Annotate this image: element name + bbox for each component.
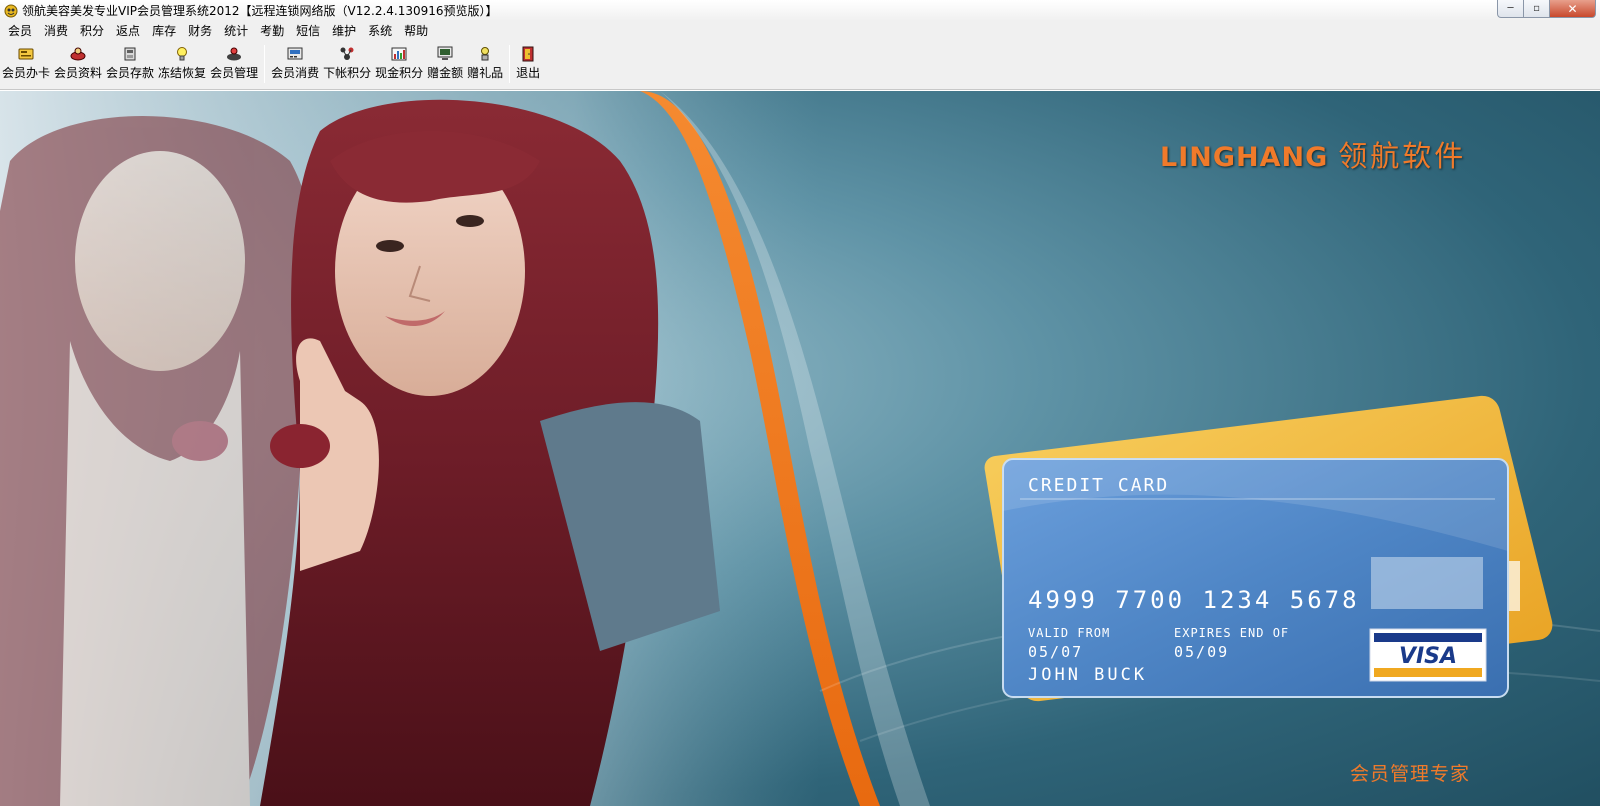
menu-member[interactable]: 会员 <box>2 22 38 39</box>
exit-button[interactable]: 退出 <box>514 45 542 87</box>
deposit-icon <box>120 45 140 63</box>
points-button[interactable]: 下帐积分 <box>321 45 373 87</box>
member-info-button[interactable]: 会员资料 <box>52 45 104 87</box>
new-card-button[interactable]: 会员办卡 <box>0 45 52 87</box>
cash-points-label: 现金积分 <box>375 66 424 80</box>
menu-bar: 会员 消费 积分 返点 库存 财务 统计 考勤 短信 维护 系统 帮助 <box>0 21 1600 40</box>
lightbulb-icon <box>172 45 192 63</box>
card-expires-label: EXPIRES END OF <box>1174 626 1289 640</box>
card-title: CREDIT CARD <box>1028 475 1169 496</box>
consume-label: 会员消费 <box>271 66 320 80</box>
brand-logo: LINGHANG 领航软件 <box>1160 133 1466 175</box>
app-icon <box>4 4 18 18</box>
maximize-icon: ▫ <box>1533 3 1540 14</box>
gift-item-label: 赠礼品 <box>467 66 504 80</box>
menu-sms[interactable]: 短信 <box>290 22 326 39</box>
menu-finance[interactable]: 财务 <box>182 22 218 39</box>
title-bar[interactable]: 领航美容美发专业VIP会员管理系统2012【远程连锁网络版（V12.2.4.13… <box>0 0 1600 21</box>
splash-area: CREDIT CARD 4999 7700 1234 5678 VALID FR… <box>0 91 1600 806</box>
deposit-button[interactable]: 会员存款 <box>104 45 156 87</box>
member-manage-icon <box>224 45 244 63</box>
points-icon <box>337 45 357 63</box>
gift-icon <box>475 45 495 63</box>
toolbar-separator <box>264 45 266 83</box>
cash-points-icon <box>389 45 409 63</box>
gift-amount-label: 赠金额 <box>427 66 464 80</box>
brand-english: LINGHANG <box>1160 142 1329 173</box>
menu-attendance[interactable]: 考勤 <box>254 22 290 39</box>
freeze-restore-label: 冻结恢复 <box>158 66 207 80</box>
maximize-button[interactable]: ▫ <box>1524 0 1550 18</box>
consume-button[interactable]: 会员消费 <box>269 45 321 87</box>
card-hologram <box>1371 557 1483 609</box>
toolbar-separator <box>509 45 511 83</box>
visa-text: VISA <box>1399 644 1457 669</box>
card-valid-from-label: VALID FROM <box>1028 626 1110 640</box>
visa-logo: VISA <box>1369 628 1487 682</box>
menu-maintenance[interactable]: 维护 <box>326 22 362 39</box>
menu-rebate[interactable]: 返点 <box>110 22 146 39</box>
menu-inventory[interactable]: 库存 <box>146 22 182 39</box>
exit-door-icon <box>518 45 538 63</box>
menu-help[interactable]: 帮助 <box>398 22 434 39</box>
credit-card: CREDIT CARD 4999 7700 1234 5678 VALID FR… <box>1002 458 1509 698</box>
menu-system[interactable]: 系统 <box>362 22 398 39</box>
exit-label: 退出 <box>516 66 541 80</box>
brand-chinese: 领航软件 <box>1338 139 1467 173</box>
member-info-icon <box>68 45 88 63</box>
menu-points[interactable]: 积分 <box>74 22 110 39</box>
card-number: 4999 7700 1234 5678 <box>1028 586 1360 614</box>
freeze-restore-button[interactable]: 冻结恢复 <box>156 45 208 87</box>
toolbar: 会员办卡 会员资料 会员存款 冻结恢复 会员管理 会员消费 下帐积分 现金积分 … <box>0 40 1600 90</box>
member-manage-button[interactable]: 会员管理 <box>208 45 260 87</box>
consume-icon <box>285 45 305 63</box>
gift-amount-button[interactable]: 赠金额 <box>425 45 465 87</box>
gift-item-button[interactable]: 赠礼品 <box>465 45 505 87</box>
monitor-icon <box>435 45 455 63</box>
new-card-label: 会员办卡 <box>2 66 51 80</box>
cash-points-button[interactable]: 现金积分 <box>373 45 425 87</box>
minimize-icon: ─ <box>1507 3 1514 14</box>
card-valid-from: 05/07 <box>1028 643 1083 661</box>
card-expires: 05/09 <box>1174 643 1229 661</box>
member-info-label: 会员资料 <box>54 66 103 80</box>
menu-statistics[interactable]: 统计 <box>218 22 254 39</box>
new-card-icon <box>16 45 36 63</box>
splash-art: CREDIT CARD 4999 7700 1234 5678 VALID FR… <box>0 91 1600 806</box>
close-button[interactable]: ✕ <box>1550 0 1596 18</box>
minimize-button[interactable]: ─ <box>1497 0 1524 18</box>
slogan: 会员管理专家 <box>1350 763 1471 785</box>
window-title: 领航美容美发专业VIP会员管理系统2012【远程连锁网络版（V12.2.4.13… <box>22 4 498 18</box>
deposit-label: 会员存款 <box>106 66 155 80</box>
menu-consume[interactable]: 消费 <box>38 22 74 39</box>
member-manage-label: 会员管理 <box>210 66 259 80</box>
window-controls: ─ ▫ ✕ <box>1497 0 1596 18</box>
points-label: 下帐积分 <box>323 66 372 80</box>
card-holder: JOHN BUCK <box>1028 665 1147 685</box>
close-icon: ✕ <box>1567 1 1578 16</box>
